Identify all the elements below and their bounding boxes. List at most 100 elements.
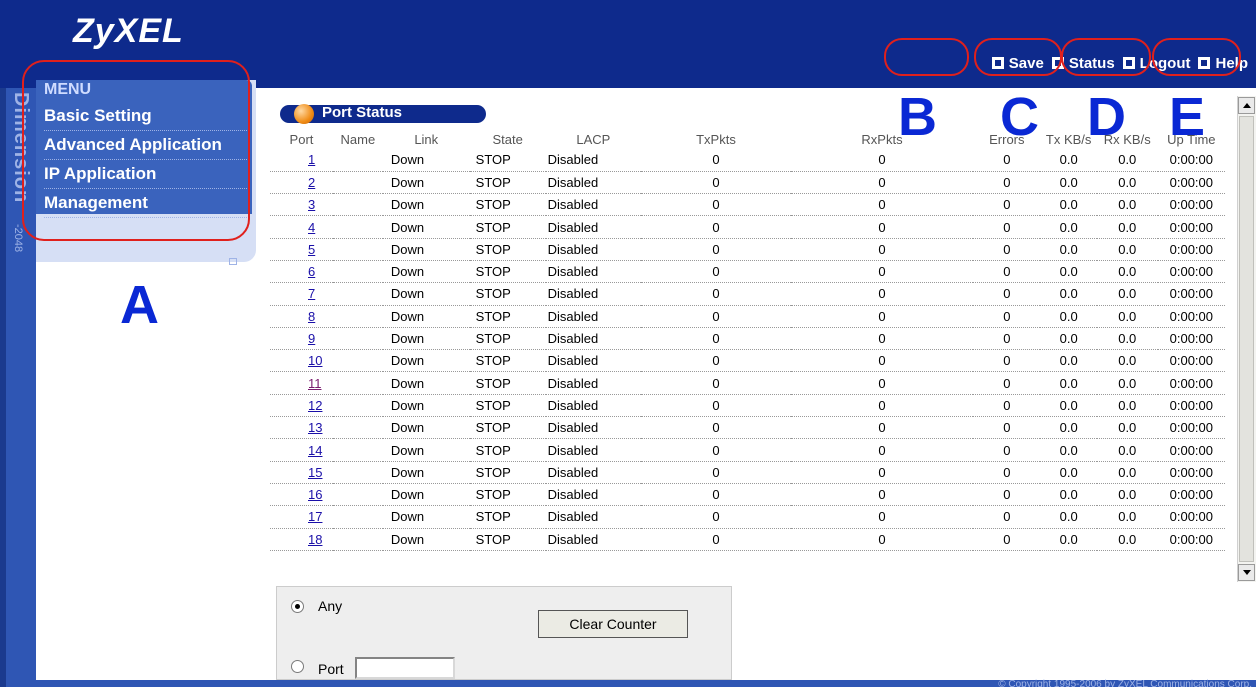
cell-link: Down: [382, 505, 470, 529]
cell-rxpkts: 0: [790, 483, 974, 507]
cell-link: Down: [382, 483, 470, 507]
cell-state: STOP: [469, 282, 546, 306]
cell-rxpkts: 0: [790, 193, 974, 217]
cell-txpkts: 0: [641, 461, 791, 484]
cell-link: Down: [382, 394, 470, 418]
port-link[interactable]: 15: [308, 465, 322, 480]
cell-lacp: Disabled: [545, 528, 642, 551]
cell-state: STOP: [469, 438, 546, 462]
cell-state: STOP: [469, 260, 546, 284]
cell-errors: 0: [973, 438, 1041, 462]
cell-uptime: 0:00:00: [1157, 193, 1225, 217]
cell-rx: 0.0: [1096, 149, 1158, 172]
cell-rx: 0.0: [1096, 327, 1158, 351]
column-header-link: Link: [414, 132, 439, 147]
cell-port: 4: [270, 215, 333, 239]
cell-link: Down: [382, 215, 470, 239]
cell-rxpkts: 0: [790, 149, 974, 172]
callout-letter-c: C: [1000, 87, 1039, 147]
cell-tx: 0.0: [1040, 215, 1097, 239]
port-link[interactable]: 4: [308, 220, 315, 235]
cell-txpkts: 0: [641, 371, 791, 395]
cell-tx: 0.0: [1040, 394, 1097, 418]
cell-uptime: 0:00:00: [1157, 438, 1225, 462]
left-strip-edge: [0, 88, 6, 687]
model-vertical-text: -2048: [12, 224, 24, 253]
copyright-text: © Copyright 1995-2006 by ZyXEL Communica…: [998, 679, 1252, 687]
cell-lacp: Disabled: [545, 394, 642, 418]
port-link[interactable]: 13: [308, 420, 322, 435]
port-link[interactable]: 8: [308, 309, 315, 324]
cell-txpkts: 0: [641, 260, 791, 284]
column-header-txpkts: TxPkts: [696, 132, 736, 147]
cell-uptime: 0:00:00: [1157, 349, 1225, 373]
cell-name: [332, 416, 383, 440]
cell-uptime: 0:00:00: [1157, 483, 1225, 507]
cell-tx: 0.0: [1040, 260, 1097, 284]
port-link[interactable]: 18: [308, 532, 322, 547]
callout-letter-b: B: [898, 87, 937, 147]
scroll-down-button[interactable]: [1238, 564, 1255, 581]
port-link[interactable]: 5: [308, 242, 315, 257]
cell-uptime: 0:00:00: [1157, 327, 1225, 351]
cell-port: 3: [270, 193, 333, 217]
port-link[interactable]: 3: [308, 197, 315, 212]
cell-link: Down: [382, 416, 470, 440]
port-link[interactable]: 16: [308, 487, 322, 502]
cell-name: [332, 438, 383, 462]
cell-errors: 0: [973, 461, 1041, 484]
port-link[interactable]: 7: [308, 286, 315, 301]
port-link[interactable]: 9: [308, 331, 315, 346]
port-link[interactable]: 1: [308, 152, 315, 167]
cell-rx: 0.0: [1096, 215, 1158, 239]
scrollbar-thumb[interactable]: [1239, 116, 1254, 562]
cell-rxpkts: 0: [790, 416, 974, 440]
menu-collapse-icon[interactable]: [229, 258, 237, 265]
port-status-ball-icon: [294, 104, 314, 124]
port-input[interactable]: [355, 657, 455, 679]
port-link[interactable]: 2: [308, 175, 315, 190]
radio-any[interactable]: [291, 600, 304, 613]
cell-rxpkts: 0: [790, 349, 974, 373]
cell-rx: 0.0: [1096, 394, 1158, 418]
port-link[interactable]: 14: [308, 443, 322, 458]
cell-rxpkts: 0: [790, 327, 974, 351]
cell-rxpkts: 0: [790, 394, 974, 418]
callout-ring-save: [884, 38, 969, 76]
radio-port[interactable]: [291, 660, 304, 673]
table-row: 6 Down STOP Disabled 0 0 0 0.0 0.0 0:00:00: [270, 260, 1225, 284]
cell-link: Down: [382, 349, 470, 373]
cell-link: Down: [382, 171, 470, 195]
cell-tx: 0.0: [1040, 438, 1097, 462]
cell-rx: 0.0: [1096, 171, 1158, 195]
cell-lacp: Disabled: [545, 238, 642, 261]
arrow-up-icon: [1243, 103, 1251, 108]
port-link[interactable]: 11: [308, 376, 322, 391]
cell-txpkts: 0: [641, 238, 791, 261]
cell-port: 15: [270, 461, 333, 484]
cell-rx: 0.0: [1096, 238, 1158, 261]
cell-uptime: 0:00:00: [1157, 371, 1225, 395]
cell-state: STOP: [469, 305, 546, 328]
cell-rxpkts: 0: [790, 282, 974, 306]
callout-ring-status: [974, 38, 1062, 76]
clear-counter-button[interactable]: Clear Counter: [538, 610, 688, 638]
cell-lacp: Disabled: [545, 282, 642, 306]
port-link[interactable]: 6: [308, 264, 315, 279]
cell-errors: 0: [973, 282, 1041, 306]
cell-port: 10: [270, 349, 333, 373]
cell-state: STOP: [469, 349, 546, 373]
port-link[interactable]: 17: [308, 509, 322, 524]
scroll-up-button[interactable]: [1238, 97, 1255, 114]
cell-name: [332, 528, 383, 551]
cell-name: [332, 505, 383, 529]
port-link[interactable]: 12: [308, 398, 322, 413]
cell-port: 12: [270, 394, 333, 418]
cell-port: 1: [270, 149, 333, 172]
column-header-port: Port: [289, 132, 314, 147]
cell-tx: 0.0: [1040, 282, 1097, 306]
callout-ring-menu: [22, 60, 250, 241]
cell-tx: 0.0: [1040, 371, 1097, 395]
port-link[interactable]: 10: [308, 353, 322, 368]
cell-txpkts: 0: [641, 349, 791, 373]
